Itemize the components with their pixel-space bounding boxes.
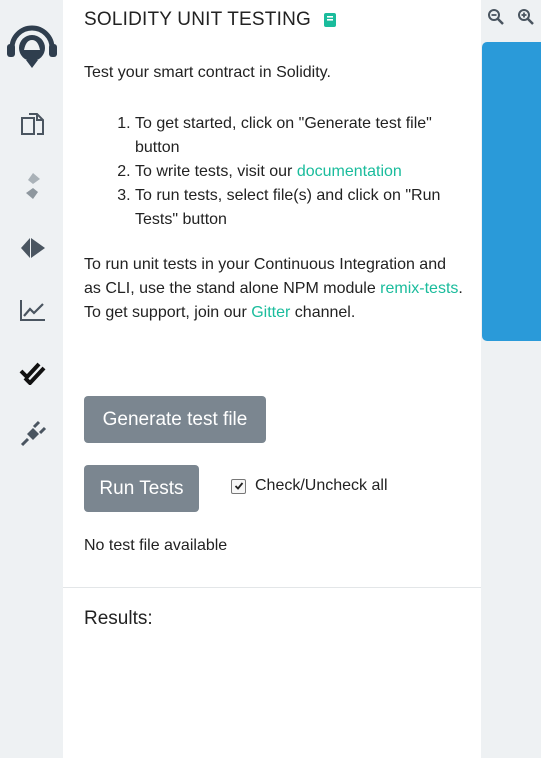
book-icon[interactable] (323, 12, 337, 28)
remix-window: SOLIDITY UNIT TESTING Test your smart co… (0, 0, 541, 758)
unit-testing-panel: SOLIDITY UNIT TESTING Test your smart co… (63, 0, 481, 758)
panel-header: SOLIDITY UNIT TESTING (84, 9, 337, 31)
remix-logo-icon[interactable] (4, 20, 60, 70)
support-suffix: channel. (290, 304, 356, 321)
icon-panel (0, 0, 63, 758)
zoom-in-icon[interactable] (517, 8, 535, 26)
check-all-checkbox[interactable] (231, 478, 246, 494)
ci-period: . (458, 280, 463, 297)
editor-tab-block[interactable] (482, 42, 541, 341)
analysis-chart-icon[interactable] (16, 293, 50, 327)
step-2: To write tests, visit our documentation (135, 160, 475, 184)
generate-test-file-button[interactable]: Generate test file (84, 396, 266, 443)
ci-info: To run unit tests in your Continuous Int… (84, 253, 464, 325)
documentation-link[interactable]: documentation (297, 163, 402, 180)
double-check-icon[interactable] (16, 355, 50, 389)
step-3-text: To run tests, select file(s) and click o… (135, 187, 441, 228)
check-all-label: Check/Uncheck all (255, 477, 388, 494)
editor-area (481, 0, 541, 758)
step-2-text: To write tests, visit our (135, 163, 297, 180)
file-explorer-icon[interactable] (16, 107, 50, 141)
divider (63, 587, 481, 588)
step-1-text: To get started, click on "Generate test … (135, 115, 432, 156)
gitter-link[interactable]: Gitter (251, 304, 290, 321)
step-1: To get started, click on "Generate test … (135, 112, 475, 160)
solidity-compiler-icon[interactable] (16, 169, 50, 203)
results-label: Results: (84, 608, 153, 629)
check-all-control[interactable]: Check/Uncheck all (231, 477, 388, 495)
zoom-out-icon[interactable] (487, 8, 505, 26)
plug-icon[interactable] (16, 417, 50, 451)
step-3: To run tests, select file(s) and click o… (135, 184, 475, 232)
deploy-run-icon[interactable] (16, 231, 50, 265)
support-text: To get support, join our (84, 304, 252, 321)
steps-list: To get started, click on "Generate test … (115, 112, 475, 232)
panel-title: SOLIDITY UNIT TESTING (84, 9, 311, 30)
remix-tests-link[interactable]: remix-tests (380, 280, 458, 297)
run-tests-button[interactable]: Run Tests (84, 465, 199, 512)
test-file-status: No test file available (84, 537, 228, 554)
intro-text: Test your smart contract in Solidity. (84, 64, 331, 81)
